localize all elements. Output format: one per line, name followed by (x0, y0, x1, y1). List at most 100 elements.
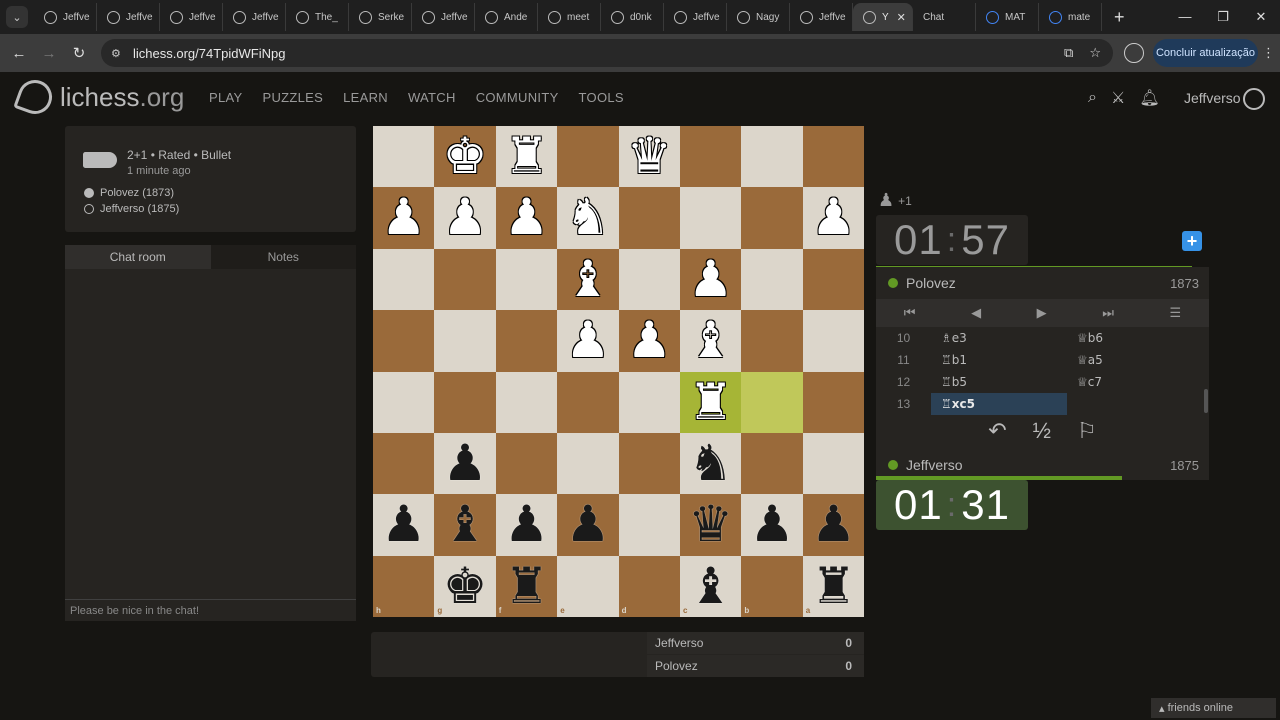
white-bishop-piece[interactable]: ♝ (557, 249, 618, 310)
square-a1[interactable] (802, 126, 865, 188)
white-pawn-piece[interactable]: ♟ (680, 249, 741, 310)
square-d7[interactable] (618, 494, 680, 556)
reload-button[interactable]: ↻ (64, 44, 94, 62)
nav-community[interactable]: COMMUNITY (476, 90, 559, 105)
square-e5[interactable] (557, 371, 619, 433)
close-window-button[interactable]: ✕ (1242, 0, 1280, 34)
white-pawn-piece[interactable]: ♟ (373, 187, 434, 248)
white-pawn-piece[interactable]: ♟ (557, 310, 618, 371)
browser-tab[interactable]: MAT (976, 3, 1039, 31)
browser-tab[interactable]: Ande (475, 3, 538, 31)
nav-tools[interactable]: TOOLS (579, 90, 624, 105)
first-move-icon[interactable]: ⏮ (904, 305, 916, 321)
browser-tab[interactable]: d0nk (601, 3, 664, 31)
black-pawn-piece[interactable]: ♟ (741, 494, 802, 555)
nav-watch[interactable]: WATCH (408, 90, 456, 105)
resign-flag-icon[interactable]: ⚐ (1077, 418, 1097, 444)
square-b8[interactable] (741, 555, 803, 618)
black-move[interactable]: ♕b6 (1067, 327, 1203, 349)
browser-tab-active[interactable]: Y ✕ (853, 3, 913, 31)
browser-tab[interactable]: Serke (349, 3, 412, 31)
swords-icon[interactable]: ⚔ (1111, 88, 1125, 108)
white-knight-piece[interactable]: ♞ (557, 187, 618, 248)
square-b1[interactable] (741, 126, 803, 188)
browser-tab[interactable]: mate (1039, 3, 1102, 31)
browser-menu-icon[interactable]: ⋮ (1262, 45, 1275, 61)
white-move[interactable]: ♖xc5 (931, 393, 1067, 415)
white-pawn-piece[interactable]: ♟ (434, 187, 495, 248)
black-pawn-piece[interactable]: ♟ (557, 494, 618, 555)
square-e8[interactable] (557, 555, 619, 618)
tab-notes[interactable]: Notes (210, 245, 356, 269)
square-g3[interactable] (434, 248, 496, 311)
browser-tab[interactable]: Jeffve (97, 3, 160, 31)
square-b4[interactable] (741, 310, 803, 372)
bookmark-star-icon[interactable]: ☆ (1089, 45, 1101, 61)
site-info-icon[interactable]: ⚙ (111, 47, 127, 60)
white-bishop-piece[interactable]: ♝ (680, 310, 741, 371)
forward-button[interactable]: → (34, 45, 64, 62)
search-icon[interactable]: ⌕ (1088, 89, 1097, 107)
square-h6[interactable] (373, 433, 435, 495)
white-player[interactable]: Polovez (1873) (84, 187, 174, 199)
white-pawn-piece[interactable]: ♟ (496, 187, 557, 248)
browser-tab[interactable]: The_ (286, 3, 349, 31)
black-bishop-piece[interactable]: ♝ (434, 494, 495, 555)
square-a5[interactable] (802, 371, 865, 433)
white-king-piece[interactable]: ♚ (434, 126, 495, 187)
install-app-icon[interactable]: ⧉ (1064, 45, 1073, 61)
browser-tab[interactable]: Nagy (727, 3, 790, 31)
square-h1[interactable] (373, 126, 435, 188)
square-e1[interactable] (557, 126, 619, 188)
square-b5[interactable] (741, 371, 803, 433)
browser-tab[interactable]: Jeffve (223, 3, 286, 31)
white-rook-piece[interactable]: ♜ (680, 372, 741, 433)
browser-tab[interactable]: Jeffve (664, 3, 727, 31)
square-d8[interactable] (618, 555, 680, 618)
last-move-icon[interactable]: ⏭ (1102, 305, 1114, 321)
black-pawn-piece[interactable]: ♟ (434, 433, 495, 494)
lichess-logo[interactable]: lichess.org (13, 75, 184, 119)
friends-online-button[interactable]: ▴ friends online (1151, 698, 1276, 718)
square-a3[interactable] (802, 248, 865, 311)
browser-tab[interactable]: Jeffve (790, 3, 853, 31)
tab-search-button[interactable]: ⌄ (6, 6, 28, 28)
square-e6[interactable] (557, 433, 619, 495)
square-h3[interactable] (373, 248, 435, 311)
browser-tab[interactable]: Chat (65, 3, 976, 258)
black-pawn-piece[interactable]: ♟ (373, 494, 434, 555)
new-tab-button[interactable]: + (1114, 7, 1125, 28)
square-f4[interactable] (495, 310, 558, 372)
update-button[interactable]: Concluir atualização (1153, 39, 1258, 67)
black-move[interactable]: ♕c7 (1067, 371, 1203, 393)
square-a4[interactable] (802, 310, 865, 372)
move-list-scrollbar[interactable] (1204, 389, 1208, 413)
tab-chat-room[interactable]: Chat room (65, 245, 211, 269)
browser-tab[interactable]: Jeffve (160, 3, 223, 31)
username-link[interactable]: Jeffverso (1184, 90, 1241, 106)
crosstable-row[interactable]: Jeffverso 0 (647, 632, 864, 654)
player-name[interactable]: Jeffverso (906, 457, 963, 473)
white-rook-piece[interactable]: ♜ (496, 126, 557, 187)
square-h4[interactable] (373, 310, 435, 372)
prev-move-icon[interactable]: ◀ (971, 305, 981, 321)
white-pawn-piece[interactable]: ♟ (803, 187, 864, 248)
square-c2[interactable] (680, 187, 742, 249)
white-move[interactable]: ♖b1 (931, 349, 1067, 371)
crosstable-row[interactable]: Polovez 0 (647, 655, 864, 677)
white-move[interactable]: ♖b5 (931, 371, 1067, 393)
black-rook-piece[interactable]: ♜ (803, 556, 864, 617)
square-d2[interactable] (618, 187, 680, 249)
square-a6[interactable] (802, 433, 865, 495)
bell-icon[interactable]: 🔔︎ (1139, 88, 1159, 108)
black-knight-piece[interactable]: ♞ (680, 433, 741, 494)
close-tab-icon[interactable]: ✕ (897, 11, 906, 24)
white-queen-piece[interactable]: ♛ (619, 126, 680, 187)
black-pawn-piece[interactable]: ♟ (803, 494, 864, 555)
square-f6[interactable] (495, 433, 558, 495)
square-d6[interactable] (618, 433, 680, 495)
nav-learn[interactable]: LEARN (343, 90, 388, 105)
square-f5[interactable] (495, 371, 558, 433)
maximize-button[interactable]: ❐ (1204, 0, 1242, 34)
browser-tab[interactable]: Jeffve (34, 3, 97, 31)
